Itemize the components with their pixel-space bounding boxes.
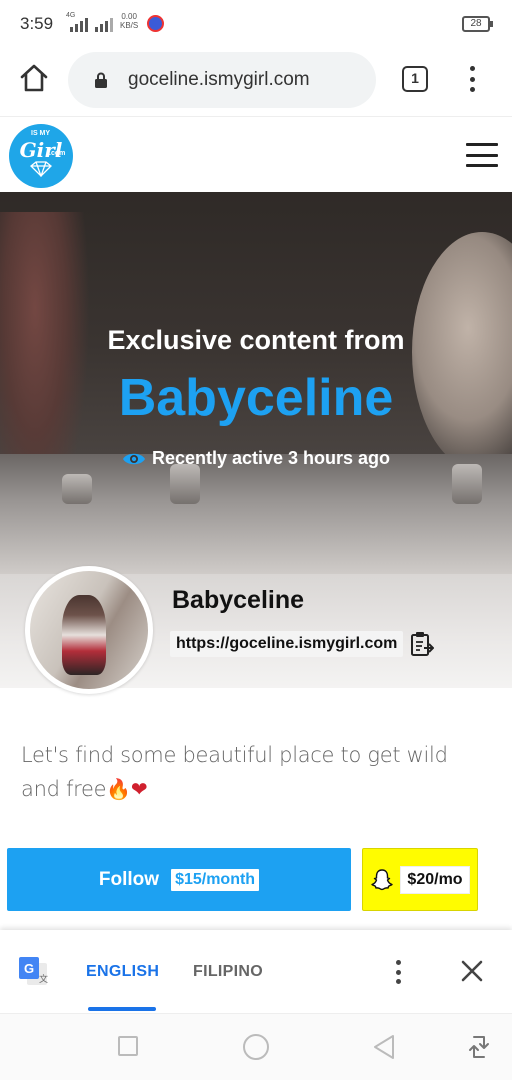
hero-banner: Exclusive content from Babyceline Recent… [0, 192, 512, 574]
lock-icon [95, 72, 107, 88]
hero-background-faucet [452, 464, 482, 504]
svg-text:G: G [24, 961, 34, 976]
snapchat-ghost-icon [371, 868, 394, 890]
activity-text: Recently active 3 hours ago [151, 448, 391, 468]
logo-small-text: IS MY [31, 130, 51, 137]
site-logo[interactable]: IS MY Girl .com [9, 124, 73, 188]
hero-background-faucet [62, 474, 92, 504]
snapchat-button[interactable]: $20/mo [362, 848, 478, 911]
close-icon[interactable] [459, 958, 485, 984]
language-tab-english[interactable]: ENGLISH [86, 963, 159, 981]
hamburger-icon[interactable] [466, 143, 498, 167]
google-translate-icon: G 文 [19, 957, 48, 985]
address-bar[interactable]: goceline.ismygirl.com [68, 52, 376, 108]
hero-creator-name: Babyceline [118, 369, 394, 427]
signal-icon-2 [95, 16, 115, 32]
copy-clipboard-icon[interactable] [410, 631, 434, 657]
browser-toolbar: goceline.ismygirl.com 1 [0, 48, 512, 116]
hero-background-faucet [170, 464, 200, 504]
fire-emoji: 🔥 [106, 777, 131, 801]
profile-bio: Let's find some beautiful place to get w… [21, 743, 448, 801]
network-speed: 0.00 KB/S [120, 12, 139, 30]
rotate-icon[interactable] [468, 1034, 490, 1060]
follow-label: Follow [98, 868, 160, 890]
home-icon[interactable] [18, 62, 50, 94]
snapchat-price: $20/mo [400, 865, 470, 894]
heart-emoji: ❤ [130, 777, 148, 801]
activity-status: Recently active 3 hours ago [0, 448, 512, 469]
hero-title: Exclusive content from [107, 325, 405, 355]
more-vert-icon[interactable] [460, 64, 484, 94]
back-icon[interactable] [372, 1034, 396, 1060]
url-text: goceline.ismygirl.com [128, 69, 310, 90]
battery-icon: 28 [462, 16, 493, 32]
translate-bar: G 文 ENGLISH FILIPINO [0, 930, 512, 1013]
diamond-icon [30, 161, 52, 177]
translate-more-icon[interactable] [392, 960, 404, 984]
profile-name: Babyceline [172, 586, 305, 614]
recents-icon[interactable] [118, 1036, 138, 1056]
signal-icon: 4G [66, 12, 90, 32]
follow-button[interactable]: Follow $15/month [7, 848, 351, 911]
svg-text:文: 文 [39, 973, 48, 985]
system-nav-bar [0, 1013, 512, 1080]
language-tab-filipino[interactable]: FILIPINO [193, 963, 263, 981]
avatar[interactable] [25, 566, 153, 694]
eye-icon [122, 453, 145, 464]
profile-url[interactable]: https://goceline.ismygirl.com [170, 631, 404, 657]
status-bar: 3:59 4G 0.00 KB/S 28 [0, 0, 512, 48]
tab-switcher-button[interactable]: 1 [402, 66, 428, 92]
status-time: 3:59 [20, 14, 54, 33]
logo-sub-text: .com [49, 150, 66, 157]
active-tab-indicator [88, 1007, 156, 1011]
vpn-icon [147, 15, 164, 32]
site-header: IS MY Girl .com [0, 116, 512, 192]
home-nav-icon[interactable] [243, 1034, 269, 1060]
hero-background-bathtub [0, 454, 512, 574]
avatar-photo [30, 571, 148, 689]
follow-price: $15/month [171, 868, 260, 891]
